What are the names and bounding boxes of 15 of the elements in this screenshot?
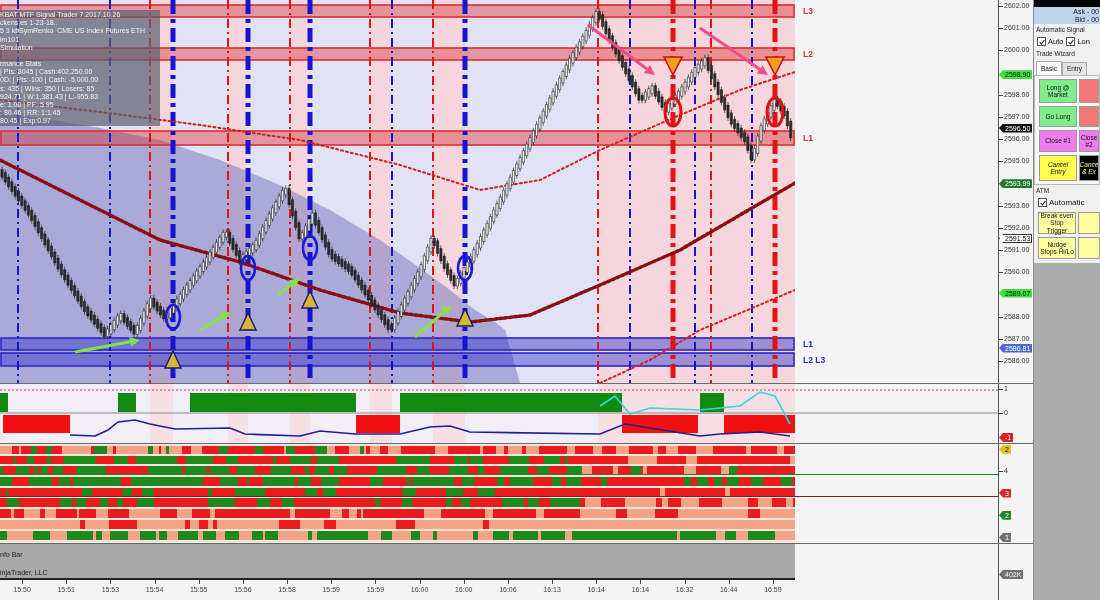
zone-label: L2 L3 [803,354,826,365]
checkbox[interactable] [1038,198,1047,207]
zone-label: L3 [803,6,813,16]
zone-label: L2 [803,49,813,59]
checkbox[interactable] [1066,37,1076,46]
checkmark-icon [1039,199,1046,206]
cut-off-button[interactable] [1078,212,1100,234]
checkbox-label: Automatic [1049,198,1085,207]
zone-label: L1 [803,133,813,143]
header-bar [1034,0,1100,7]
zone-label: L1 [803,339,813,349]
cut-off-button[interactable] [1078,237,1100,259]
checkmark-icon [1067,38,1074,45]
checkmark-icon [1038,38,1045,45]
checkbox[interactable] [1037,37,1046,46]
